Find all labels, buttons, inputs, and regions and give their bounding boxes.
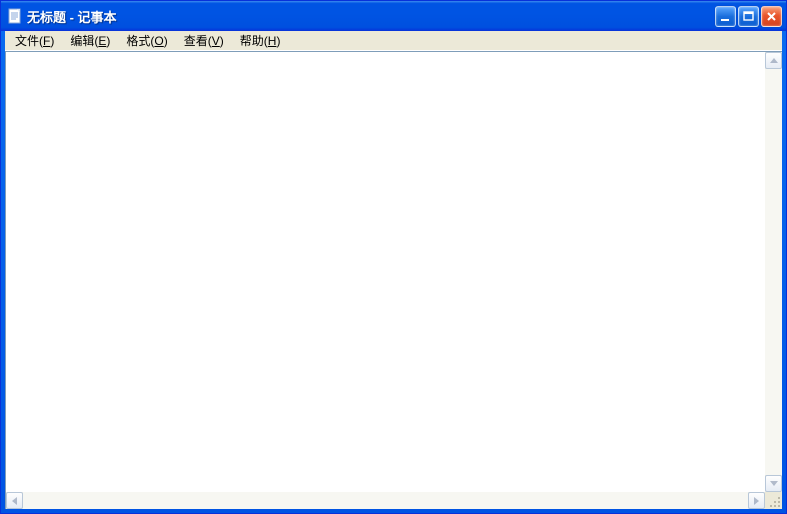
menu-format-label: 格式 (126, 34, 150, 48)
notepad-window: 无标题 - 记事本 文 (0, 0, 787, 514)
editor-row (5, 51, 782, 492)
menu-help-label: 帮助 (240, 34, 264, 48)
titlebar[interactable]: 无标题 - 记事本 (1, 1, 786, 31)
resize-grip[interactable] (765, 492, 782, 509)
window-controls (715, 6, 782, 27)
scroll-left-button[interactable] (6, 492, 23, 509)
scroll-up-button[interactable] (765, 52, 782, 69)
scroll-right-button[interactable] (748, 492, 765, 509)
minimize-icon (720, 11, 731, 22)
vertical-scrollbar[interactable] (765, 51, 782, 492)
menu-edit-label: 编辑 (70, 34, 94, 48)
scroll-down-button[interactable] (765, 475, 782, 492)
chevron-up-icon (770, 58, 778, 63)
close-icon (766, 11, 777, 22)
menu-view-accel: V (212, 34, 220, 48)
menubar: 文件(F) 编辑(E) 格式(O) 查看(V) 帮助(H) (5, 31, 782, 51)
menu-format[interactable]: 格式(O) (118, 30, 175, 51)
maximize-icon (743, 11, 754, 22)
menu-edit-accel: E (98, 34, 106, 48)
menu-help[interactable]: 帮助(H) (232, 30, 289, 51)
minimize-button[interactable] (715, 6, 736, 27)
chevron-left-icon (12, 497, 17, 505)
window-title: 无标题 - 记事本 (27, 7, 715, 26)
editor-container (5, 51, 782, 509)
menu-view[interactable]: 查看(V) (176, 30, 232, 51)
menu-help-accel: H (268, 34, 277, 48)
menu-file-label: 文件 (15, 34, 39, 48)
menu-file-accel: F (43, 34, 50, 48)
close-button[interactable] (761, 6, 782, 27)
horizontal-scrollbar[interactable] (5, 492, 765, 509)
chevron-right-icon (754, 497, 759, 505)
menu-format-accel: O (154, 34, 163, 48)
horizontal-scroll-track[interactable] (23, 492, 748, 509)
maximize-button[interactable] (738, 6, 759, 27)
text-editor[interactable] (5, 51, 765, 492)
vertical-scroll-track[interactable] (765, 69, 782, 475)
menu-view-label: 查看 (184, 34, 208, 48)
chevron-down-icon (770, 481, 778, 486)
client-area: 文件(F) 编辑(E) 格式(O) 查看(V) 帮助(H) (5, 31, 782, 509)
menu-file[interactable]: 文件(F) (7, 30, 62, 51)
bottom-scroll-row (5, 492, 782, 509)
resize-grip-icon (768, 495, 781, 508)
menu-edit[interactable]: 编辑(E) (62, 30, 118, 51)
notepad-app-icon (7, 8, 23, 24)
